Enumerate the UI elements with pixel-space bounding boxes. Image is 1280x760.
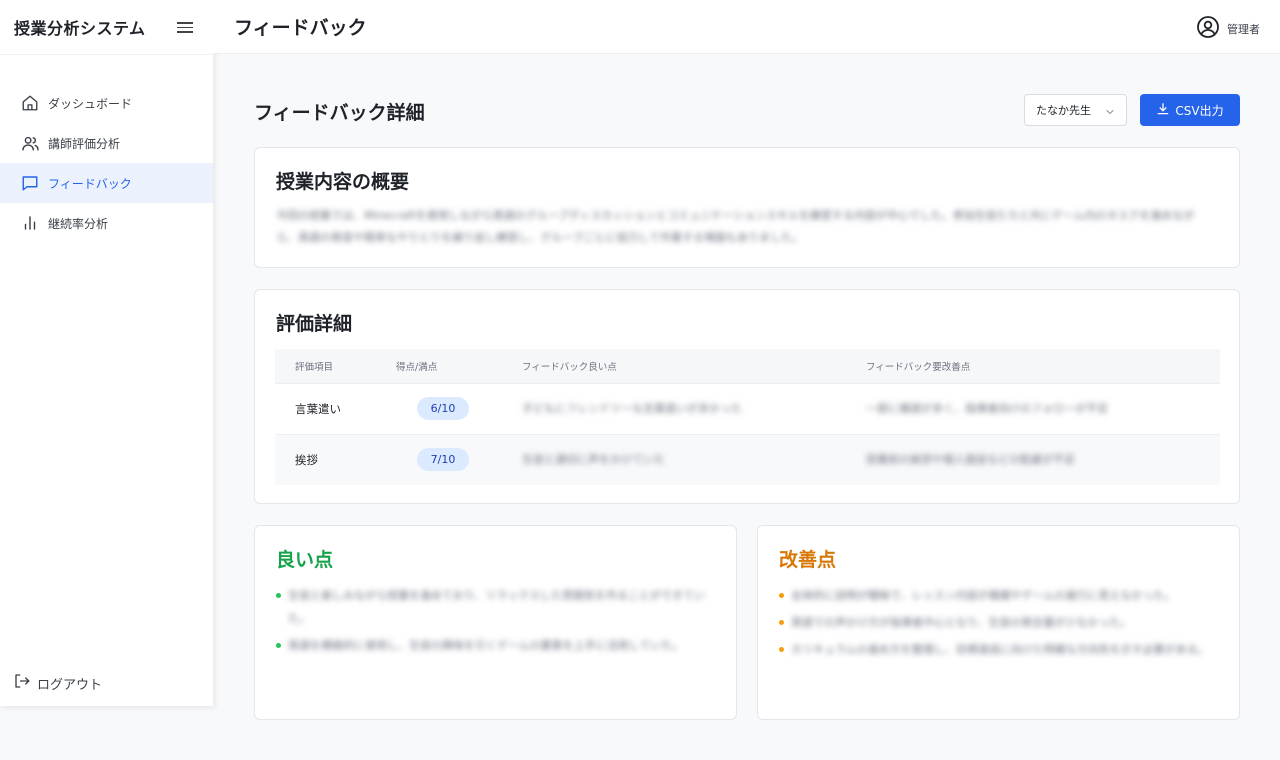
table-header-row: 評価項目 得点/満点 フィードバック良い点 フィードバック要改善点 [275, 349, 1220, 383]
app-title: 授業分析システム [14, 19, 146, 38]
chevron-down-icon [1104, 103, 1116, 122]
good-points-card: 良い点 生徒と楽しみながら授業を進めており、リラックスした雰囲気を作ることができ… [254, 525, 737, 720]
list-item: 英語での声かけ方が指導者中心となり、生徒の発言量が少なかった。 [779, 611, 1219, 634]
sidebar-item-label: 継続率分析 [48, 216, 109, 231]
user-name: 管理者 [1227, 23, 1260, 36]
sidebar-item-feedback[interactable]: フィードバック [0, 163, 213, 203]
teacher-select[interactable]: たなか先生 [1024, 94, 1127, 126]
logout-button[interactable]: ログアウト [13, 672, 102, 694]
row-item: 言葉遣い [275, 382, 396, 434]
list-item: 全体的に説明が曖昧で、レッスン内容が複雑やゲームの進行に見えなかった。 [779, 584, 1219, 607]
column-header-good: フィードバック良い点 [522, 349, 866, 383]
logout-icon [13, 672, 31, 694]
bullet-dot [779, 647, 784, 652]
row-good-feedback: 子どもにフレンドリーな言葉遣いが多かった [522, 401, 742, 415]
good-point-text: 生徒と楽しみながら授業を進めており、リラックスした雰囲気を作ることができていた。 [288, 589, 705, 625]
bullet-dot [276, 593, 281, 598]
section-header: フィードバック詳細 たなか先生 CSV出力 [254, 94, 1240, 126]
summary-card: 授業内容の概要 今回の授業では、Minecraftを使用しながら英語のグループデ… [254, 147, 1240, 268]
evaluation-table: 評価項目 得点/満点 フィードバック良い点 フィードバック要改善点 言葉遣い 6… [275, 349, 1220, 485]
sidebar-nav: ダッシュボード 講師評価分析 フィードバック 継続率分析 [0, 83, 213, 243]
sidebar-item-label: 講師評価分析 [48, 136, 121, 151]
users-icon [20, 133, 40, 153]
improvements-list: 全体的に説明が曖昧で、レッスン内容が複雑やゲームの進行に見えなかった。 英語での… [779, 584, 1219, 665]
user-menu[interactable]: 管理者 [1196, 15, 1260, 43]
page-title: フィードバック [234, 17, 367, 39]
sidebar-item-retention[interactable]: 継続率分析 [0, 203, 213, 243]
improvements-card: 改善点 全体的に説明が曖昧で、レッスン内容が複雑やゲームの進行に見えなかった。 … [757, 525, 1240, 720]
row-item: 挨拶 [275, 433, 396, 485]
sidebar-item-label: フィードバック [48, 176, 132, 191]
table-row: 挨拶 7/10 生徒と適切に声をかけていた 授業前の挨拶や個人面談などの配慮が不… [275, 433, 1220, 485]
good-point-text: 英語を積極的に使用し、生徒の興味を引くゲームの要素を上手に活用していた。 [288, 639, 684, 652]
row-improve-feedback: 一部に雑語が多く、指導者向けのフォローが不足 [866, 401, 1108, 415]
home-icon [20, 93, 40, 113]
user-circle-icon [1196, 15, 1220, 43]
column-header-item: 評価項目 [275, 349, 396, 383]
list-item: 英語を積極的に使用し、生徒の興味を引くゲームの要素を上手に活用していた。 [276, 634, 716, 657]
summary-text: 今回の授業では、Minecraftを使用しながら英語のグループディスカッションと… [276, 209, 1195, 244]
sidebar-item-dashboard[interactable]: ダッシュボード [0, 83, 213, 123]
section-title: フィードバック詳細 [254, 102, 425, 124]
sidebar: 授業分析システム ダッシュボード 講師評価分析 フィードバック 継続率分析 ログ… [0, 0, 213, 706]
improvement-text: カリキュラムの進め方を整理し、目標達成に向けた明確な方向性を示す必要がある。 [791, 643, 1209, 656]
column-header-improve: フィードバック要改善点 [866, 349, 1220, 383]
message-square-icon [20, 173, 40, 193]
list-item: 生徒と楽しみながら授業を進めており、リラックスした雰囲気を作ることができていた。 [276, 584, 716, 630]
hamburger-menu-icon[interactable] [177, 19, 193, 35]
improvement-text: 全体的に説明が曖昧で、レッスン内容が複雑やゲームの進行に見えなかった。 [791, 589, 1176, 602]
top-header: フィードバック 管理者 [213, 0, 1280, 54]
evaluation-card: 評価詳細 評価項目 得点/満点 フィードバック良い点 フィードバック要改善点 言… [254, 289, 1240, 504]
list-item: カリキュラムの進め方を整理し、目標達成に向けた明確な方向性を示す必要がある。 [779, 638, 1219, 661]
bullet-dot [779, 620, 784, 625]
logout-label: ログアウト [37, 677, 103, 693]
score-badge: 6/10 [417, 397, 469, 420]
row-good-feedback: 生徒と適切に声をかけていた [522, 452, 665, 466]
bullet-dot [779, 593, 784, 598]
column-header-score: 得点/満点 [396, 349, 522, 383]
sidebar-item-teacher-evaluation[interactable]: 講師評価分析 [0, 123, 213, 163]
teacher-select-value: たなか先生 [1036, 104, 1091, 117]
score-badge: 7/10 [417, 448, 469, 472]
improvements-title: 改善点 [779, 549, 837, 571]
improvement-text: 英語での声かけ方が指導者中心となり、生徒の発言量が少なかった。 [791, 616, 1132, 629]
row-improve-feedback: 授業前の挨拶や個人面談などの配慮が不足 [866, 452, 1075, 466]
bar-chart-icon [20, 213, 40, 233]
summary-title: 授業内容の概要 [276, 171, 410, 193]
sidebar-item-label: ダッシュボード [48, 96, 133, 111]
good-points-title: 良い点 [276, 549, 334, 571]
bullet-dot [276, 643, 281, 648]
csv-export-button[interactable]: CSV出力 [1140, 94, 1240, 126]
download-icon [1156, 101, 1170, 120]
evaluation-title: 評価詳細 [276, 313, 353, 335]
table-row: 言葉遣い 6/10 子どもにフレンドリーな言葉遣いが多かった 一部に雑語が多く、… [275, 382, 1220, 434]
good-points-list: 生徒と楽しみながら授業を進めており、リラックスした雰囲気を作ることができていた。… [276, 584, 716, 661]
csv-export-label: CSV出力 [1175, 103, 1224, 118]
